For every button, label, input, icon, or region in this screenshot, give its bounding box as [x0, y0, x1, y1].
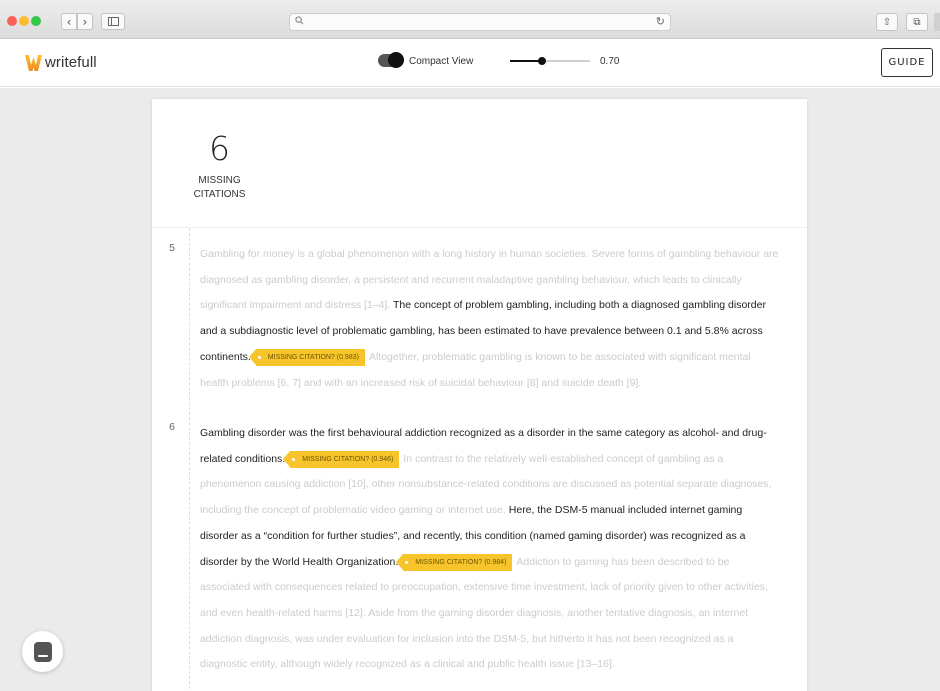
context-text: Addiction to gaming has been described t…: [200, 555, 768, 671]
badge-dot: [405, 560, 409, 564]
paragraph-text: Gambling for money is a global phenomeno…: [200, 242, 780, 396]
share-button[interactable]: ⇧: [876, 13, 898, 31]
badge-dot: [257, 355, 261, 359]
logo-text: writefull: [45, 54, 97, 71]
slider-value: 0.70: [600, 56, 620, 67]
close-window-button[interactable]: [7, 16, 17, 26]
chat-icon: [33, 641, 52, 662]
back-button[interactable]: ‹: [61, 13, 77, 30]
toggle-knob: [388, 52, 404, 68]
sidebar-toggle-button[interactable]: [101, 13, 125, 30]
missing-citation-badge-label: MISSING CITATION? (0.983): [267, 353, 359, 361]
missing-citation-badge-label: MISSING CITATION? (0.984): [415, 558, 507, 566]
missing-citation-badge[interactable]: MISSING CITATION? (0.983): [248, 348, 365, 366]
support-chat-button[interactable]: [22, 631, 63, 672]
writefull-logo-icon: [25, 55, 42, 71]
summary-label-line2: CITATIONS: [193, 189, 246, 200]
missing-citation-badge[interactable]: MISSING CITATION? (0.984): [396, 553, 513, 571]
address-bar[interactable]: ↻: [289, 13, 671, 31]
paragraph-number: 6: [169, 421, 175, 433]
browser-chrome: ‹ › ↻ ⇧ ⧉: [0, 0, 940, 39]
minimize-window-button[interactable]: [19, 16, 29, 26]
compact-view-label: Compact View: [409, 56, 474, 67]
guide-button[interactable]: GUIDE: [881, 48, 933, 77]
writefull-logo: writefull: [25, 53, 97, 72]
paragraph-gutter-divider: [189, 228, 190, 691]
paragraph-text: Gambling disorder was the first behaviou…: [200, 421, 780, 678]
summary-label-line1: MISSING: [198, 175, 241, 186]
document-canvas: 6 MISSING CITATIONS 5 Gambling for money…: [0, 88, 940, 691]
missing-citations-summary: 6 MISSING CITATIONS: [152, 99, 807, 228]
reload-icon[interactable]: ↻: [656, 15, 665, 28]
forward-button[interactable]: ›: [77, 13, 93, 30]
tabs-icon: ⧉: [913, 16, 921, 28]
paragraph-number: 5: [169, 242, 175, 254]
missing-citation-badge-label: MISSING CITATION? (0.946): [302, 455, 394, 463]
document-page: 6 MISSING CITATIONS 5 Gambling for money…: [152, 99, 807, 691]
missing-citation-badge[interactable]: MISSING CITATION? (0.946): [283, 450, 400, 468]
app-toolbar: writefull Compact View 0.70 GUIDE: [0, 39, 940, 87]
compact-view-toggle[interactable]: [378, 52, 404, 68]
zoom-window-button[interactable]: [31, 16, 41, 26]
share-icon: ⇧: [882, 16, 892, 28]
search-icon: [295, 16, 304, 25]
tabs-overview-button[interactable]: ⧉: [906, 13, 928, 31]
chevron-right-icon: ›: [82, 14, 88, 29]
badge-dot: [292, 457, 296, 461]
missing-citations-label: MISSING CITATIONS: [182, 174, 257, 202]
missing-citations-count: 6: [209, 129, 230, 168]
window-edge: [934, 13, 940, 31]
slider-thumb[interactable]: [538, 57, 546, 65]
threshold-slider[interactable]: [510, 57, 590, 65]
sidebar-icon: [107, 17, 119, 26]
chevron-left-icon: ‹: [66, 14, 72, 29]
